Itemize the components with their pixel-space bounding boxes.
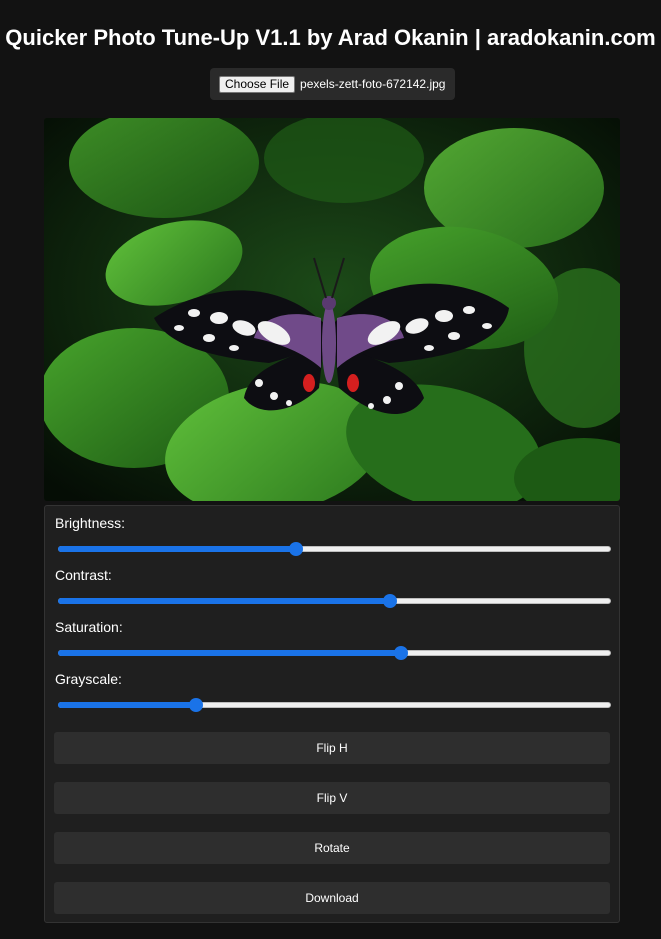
grayscale-slider[interactable] [58,697,611,713]
slider-fill [58,702,197,708]
file-input[interactable]: Choose File pexels-zett-foto-672142.jpg [210,68,455,100]
slider-thumb[interactable] [288,542,303,556]
slider-thumb[interactable] [189,698,204,712]
brightness-slider[interactable] [58,541,611,557]
flip-v-button[interactable]: Flip V [54,782,610,814]
controls-panel: Brightness: Contrast: Saturation: Graysc… [44,505,620,923]
contrast-slider[interactable] [58,593,611,609]
butterfly-photo [44,118,620,501]
download-button[interactable]: Download [54,882,610,914]
flip-h-button[interactable]: Flip H [54,732,610,764]
slider-thumb[interactable] [393,646,408,660]
brightness-label: Brightness: [55,515,126,531]
saturation-slider[interactable] [58,645,611,661]
page-title: Quicker Photo Tune-Up V1.1 by Arad Okani… [5,25,656,50]
slider-thumb[interactable] [382,594,397,608]
slider-fill [58,546,296,552]
grayscale-label: Grayscale: [55,671,122,687]
slider-fill [58,650,401,656]
rotate-button[interactable]: Rotate [54,832,610,864]
slider-fill [58,598,390,604]
file-name: pexels-zett-foto-672142.jpg [300,77,446,91]
choose-file-button[interactable]: Choose File [219,75,296,93]
saturation-label: Saturation: [55,619,123,635]
photo-preview [44,118,620,501]
contrast-label: Contrast: [55,567,112,583]
